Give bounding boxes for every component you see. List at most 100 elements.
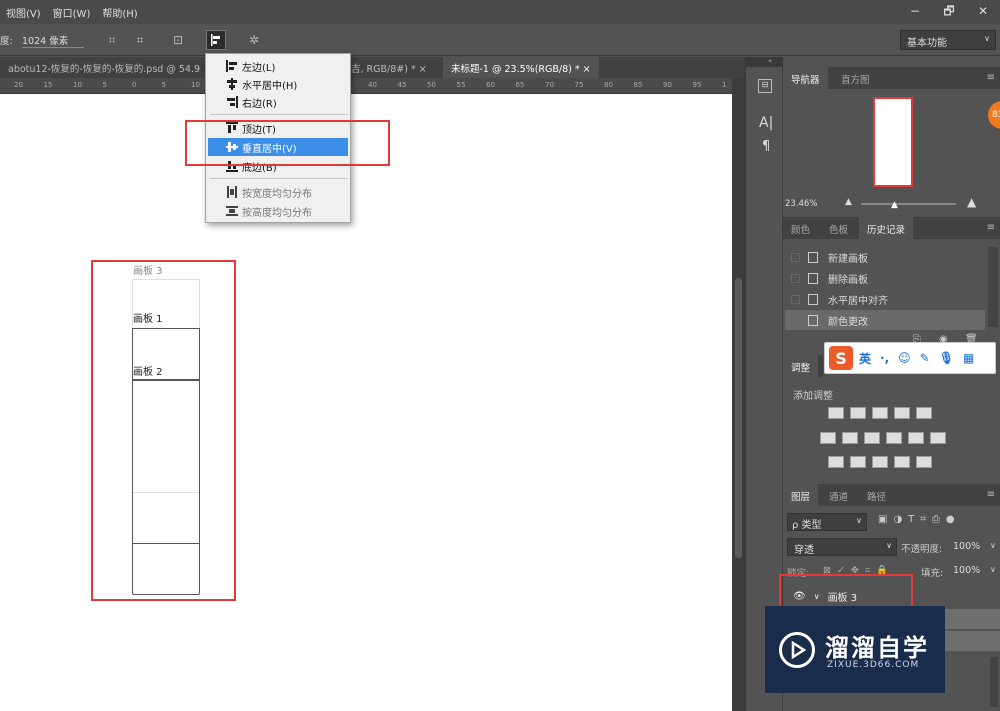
ime-punct-icon[interactable]: ·, bbox=[880, 351, 889, 365]
history-label: 颜色更改 bbox=[828, 316, 868, 328]
panel-menu-icon[interactable]: ≡ bbox=[987, 489, 995, 500]
ruler-tick-label: 90 bbox=[663, 81, 672, 89]
layer-filter-icons[interactable]: ▣◑T⌗⎙● bbox=[878, 514, 961, 525]
fill-value[interactable]: 100% bbox=[953, 565, 980, 576]
workspace-select[interactable]: 基本功能 ∨ bbox=[900, 30, 996, 50]
artboard-bottom[interactable] bbox=[132, 543, 200, 595]
minimize-button[interactable]: − bbox=[898, 0, 932, 24]
ime-lang-toggle[interactable]: 英 bbox=[859, 350, 871, 367]
menu-item-distribute-height[interactable]: 按高度均匀分布 bbox=[208, 202, 348, 220]
close-button[interactable]: ✕ bbox=[966, 0, 1000, 24]
ime-mic-icon[interactable]: 🎙 bbox=[939, 351, 954, 365]
chevron-down-icon[interactable]: ∨ bbox=[990, 541, 996, 550]
artboard-label[interactable]: 画板 1 bbox=[133, 310, 163, 325]
blend-mode-select[interactable]: 穿透 ∨ bbox=[787, 538, 897, 556]
history-item-selected[interactable]: 颜色更改 bbox=[785, 310, 985, 330]
tab-layers[interactable]: 图层 bbox=[783, 484, 819, 506]
menu-window[interactable]: 窗口(W) bbox=[47, 5, 97, 20]
channel-mixer-icon[interactable] bbox=[908, 432, 924, 444]
tab-adjustments[interactable]: 调整 bbox=[783, 355, 819, 377]
artboard-2[interactable] bbox=[132, 380, 200, 544]
posterize-icon[interactable] bbox=[850, 456, 866, 468]
zoom-in-icon[interactable]: ▲ bbox=[967, 195, 976, 209]
restore-button[interactable]: 🗗 bbox=[932, 0, 966, 24]
menu-item-distribute-width[interactable]: 按宽度均匀分布 bbox=[208, 183, 348, 201]
collapse-arrows-icon[interactable]: « bbox=[746, 57, 782, 67]
history-item[interactable]: 删除画板 bbox=[785, 268, 985, 288]
navigator-preview[interactable] bbox=[873, 97, 913, 187]
zoom-value[interactable]: 23.46% bbox=[785, 199, 817, 209]
artboard-tool-icon[interactable]: ⌗ bbox=[102, 30, 122, 50]
panel-menu-icon[interactable]: ≡ bbox=[987, 72, 995, 83]
selective-color-icon[interactable] bbox=[894, 456, 910, 468]
ime-pen-icon[interactable]: ✎ bbox=[920, 351, 930, 365]
layer-filter-select[interactable]: ρ 类型 ∨ bbox=[787, 513, 867, 531]
hue-saturation-icon[interactable] bbox=[820, 432, 836, 444]
panel-menu-icon[interactable]: ≡ bbox=[987, 222, 995, 233]
adjustment-icons-row-2 bbox=[817, 432, 949, 447]
zoom-slider-thumb[interactable]: ▲ bbox=[891, 200, 898, 210]
chevron-down-icon[interactable]: ∨ bbox=[990, 565, 996, 574]
sogou-logo[interactable]: S bbox=[829, 346, 853, 370]
curves-icon[interactable] bbox=[872, 407, 888, 419]
vibrance-icon[interactable] bbox=[916, 407, 932, 419]
history-scrollbar[interactable] bbox=[988, 247, 998, 327]
history-label: 新建画板 bbox=[828, 253, 868, 265]
history-checkbox[interactable] bbox=[791, 315, 800, 325]
menu-view[interactable]: 视图(V) bbox=[0, 5, 47, 20]
color-balance-icon[interactable] bbox=[842, 432, 858, 444]
scrollbar-thumb[interactable] bbox=[735, 278, 742, 558]
artboard-fit-icon[interactable]: ⌗ bbox=[130, 30, 150, 50]
history-checkbox[interactable] bbox=[791, 252, 800, 262]
resolution-field[interactable]: 1024 像素 bbox=[22, 33, 84, 48]
tab-document-3[interactable]: 未标题-1 @ 23.5%(RGB/8) * × bbox=[443, 57, 599, 78]
tab-paths[interactable]: 路径 bbox=[859, 484, 894, 506]
threshold-icon[interactable] bbox=[872, 456, 888, 468]
layers-scrollbar[interactable] bbox=[990, 657, 998, 707]
artboard-label[interactable]: 画板 2 bbox=[133, 363, 163, 378]
zoom-out-icon[interactable]: ▲ bbox=[845, 197, 852, 207]
history-item[interactable]: 水平居中对齐 bbox=[785, 289, 985, 309]
color-lookup-icon[interactable] bbox=[930, 432, 946, 444]
tab-history[interactable]: 历史记录 bbox=[859, 217, 914, 239]
vertical-scrollbar[interactable] bbox=[732, 78, 745, 711]
history-checkbox[interactable] bbox=[791, 294, 800, 304]
invert-icon[interactable] bbox=[828, 456, 844, 468]
gear-icon[interactable]: ✲ bbox=[244, 30, 264, 50]
menu-item-align-right[interactable]: 右边(R) bbox=[208, 93, 348, 111]
paragraph-panel-icon[interactable]: ¶ bbox=[762, 139, 770, 154]
black-white-icon[interactable] bbox=[864, 432, 880, 444]
tab-channels[interactable]: 通道 bbox=[821, 484, 856, 506]
photo-filter-icon[interactable] bbox=[886, 432, 902, 444]
tab-document-2[interactable]: 吉, RGB/8#) * × bbox=[343, 57, 435, 78]
character-panel-icon[interactable]: A| bbox=[759, 115, 773, 131]
brightness-icon[interactable] bbox=[828, 407, 844, 419]
align-left-icon bbox=[226, 60, 238, 72]
adjustment-icons-row-1 bbox=[825, 407, 935, 422]
ime-grid-icon[interactable]: ▦ bbox=[963, 351, 974, 365]
tab-navigator[interactable]: 导航器 bbox=[783, 67, 828, 89]
tab-color[interactable]: 颜色 bbox=[783, 217, 818, 239]
opacity-value[interactable]: 100% bbox=[953, 541, 980, 552]
navigator-tabs: 导航器 直方图 ≡ bbox=[783, 67, 1000, 89]
properties-panel-icon[interactable]: ⊟ bbox=[758, 79, 772, 93]
artboard-label[interactable]: 画板 3 bbox=[133, 262, 163, 277]
menu-help[interactable]: 帮助(H) bbox=[96, 5, 143, 20]
levels-icon[interactable] bbox=[850, 407, 866, 419]
menu-item-align-hcenter[interactable]: 水平居中(H) bbox=[208, 75, 348, 93]
add-artboard-icon[interactable]: ⊡ bbox=[168, 30, 188, 50]
menu-item-align-left[interactable]: 左边(L) bbox=[208, 57, 348, 75]
canvas[interactable]: 画板 3 画板 1 画板 2 bbox=[0, 94, 732, 711]
ime-emoji-icon[interactable]: ☺ bbox=[898, 351, 911, 365]
history-item[interactable]: 新建画板 bbox=[785, 247, 985, 267]
tab-swatches[interactable]: 色板 bbox=[821, 217, 856, 239]
align-menu-icon[interactable] bbox=[206, 30, 226, 50]
zoom-slider[interactable] bbox=[861, 203, 956, 205]
tab-histogram[interactable]: 直方图 bbox=[833, 67, 878, 89]
ruler-tick-label: 20 bbox=[14, 81, 23, 89]
tab-document-1[interactable]: abotu12-恢复的-恢复的-恢复的.psd @ 54.9 bbox=[0, 57, 205, 78]
history-checkbox[interactable] bbox=[791, 273, 800, 283]
gradient-map-icon[interactable] bbox=[916, 456, 932, 468]
exposure-icon[interactable] bbox=[894, 407, 910, 419]
notification-badge[interactable]: 83 bbox=[988, 101, 1000, 129]
